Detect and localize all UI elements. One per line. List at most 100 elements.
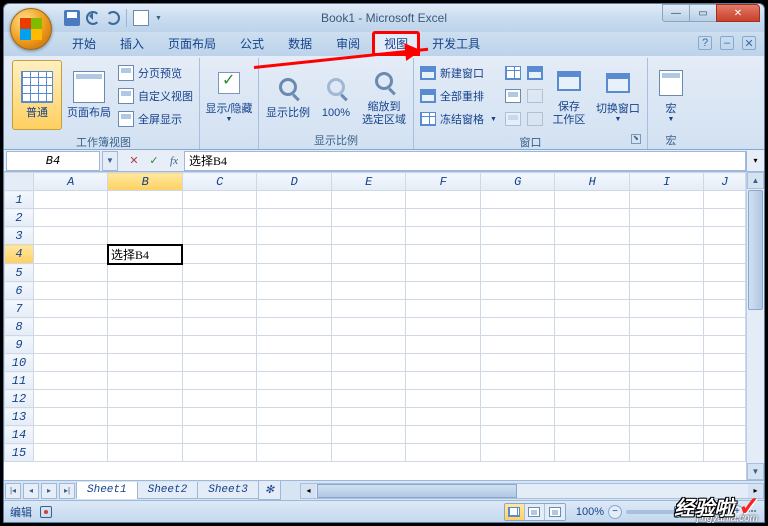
zoom-selection-button[interactable]: 缩放到 选定区域 [359,60,409,130]
macros-button[interactable]: 宏 ▼ [652,60,690,130]
tab-formulas[interactable]: 公式 [228,31,276,56]
zoom-100-button[interactable]: 100% [315,60,357,130]
split-button[interactable] [505,62,521,84]
show-hide-button[interactable]: ✓ 显示/隐藏 ▼ [204,60,254,130]
switch-windows-button[interactable]: 切换窗口 ▼ [593,60,643,130]
redo-icon[interactable] [106,11,120,25]
enter-button[interactable]: ✓ [144,152,164,170]
freeze-panes-button[interactable]: 冻结窗格▼ [420,108,497,130]
zoom-out-button[interactable]: − [608,505,622,519]
name-box-dropdown[interactable]: ▼ [102,151,118,171]
row-header-13[interactable]: 13 [5,408,34,426]
qat-button[interactable] [133,10,149,26]
worksheet-area: A B C D E F G H I J 1 2 3 4 选择B4 5 6 7 [4,172,764,480]
save-workspace-label: 保存 工作区 [552,101,585,127]
hide-icon [505,89,521,103]
last-sheet-button[interactable]: ▸| [59,483,75,499]
cell-B4[interactable]: 选择B4 [108,245,183,264]
help-icon[interactable]: ? [698,36,712,50]
row-header-4[interactable]: 4 [5,245,34,264]
row-header-9[interactable]: 9 [5,336,34,354]
page-layout-button[interactable]: 页面布局 [64,60,114,130]
col-header-C[interactable]: C [182,173,257,191]
row-header-12[interactable]: 12 [5,390,34,408]
page-layout-view-btn[interactable] [525,504,545,520]
reset-pos-button[interactable] [527,108,543,130]
record-macro-icon[interactable] [40,506,52,518]
maximize-button[interactable]: ▭ [689,4,717,22]
formula-input[interactable]: 选择B4 [184,151,746,171]
save-workspace-button[interactable]: 保存 工作区 [547,60,591,130]
page-break-view-btn[interactable] [545,504,565,520]
scroll-down-icon[interactable]: ▼ [747,463,764,480]
row-header-5[interactable]: 5 [5,264,34,282]
office-button[interactable] [10,8,52,50]
prev-sheet-button[interactable]: ◂ [23,483,39,499]
row-header-2[interactable]: 2 [5,209,34,227]
save-icon[interactable] [64,10,80,26]
select-all-corner[interactable] [5,173,34,191]
hscroll-thumb[interactable] [317,484,517,498]
row-header-14[interactable]: 14 [5,426,34,444]
scroll-left-icon[interactable]: ◂ [301,484,316,498]
custom-views-button[interactable]: 自定义视图 [118,85,193,107]
row-header-10[interactable]: 10 [5,354,34,372]
minimize-ribbon-icon[interactable]: – [720,36,734,50]
expand-formula-bar[interactable]: ▾ [746,151,764,171]
zoom-button[interactable]: 显示比例 [263,60,313,130]
hide-button[interactable] [505,85,521,107]
tab-developer[interactable]: 开发工具 [420,31,492,56]
minimize-button[interactable]: — [662,4,690,22]
fx-button[interactable]: fx [164,152,184,170]
close-workbook-icon[interactable]: ✕ [742,36,756,50]
normal-view-button[interactable]: 普通 [12,60,62,130]
vertical-scrollbar[interactable]: ▲ ▼ [746,172,764,480]
sheet-tab-2[interactable]: Sheet2 [137,482,199,499]
close-button[interactable]: ✕ [716,4,760,22]
undo-icon[interactable] [86,11,100,25]
row-header-8[interactable]: 8 [5,318,34,336]
row-header-6[interactable]: 6 [5,282,34,300]
sheet-tab-3[interactable]: Sheet3 [197,482,259,499]
full-screen-button[interactable]: 全屏显示 [118,108,193,130]
page-break-preview-button[interactable]: 分页预览 [118,62,193,84]
scroll-thumb[interactable] [748,190,763,310]
tab-data[interactable]: 数据 [276,31,324,56]
name-box[interactable]: B4 [6,151,100,171]
zoom-level[interactable]: 100% [576,506,604,518]
scroll-up-icon[interactable]: ▲ [747,172,764,189]
row-header-7[interactable]: 7 [5,300,34,318]
tab-review[interactable]: 审阅 [324,31,372,56]
row-header-11[interactable]: 11 [5,372,34,390]
row-header-15[interactable]: 15 [5,444,34,462]
col-header-E[interactable]: E [331,173,406,191]
row-header-3[interactable]: 3 [5,227,34,245]
row-header-1[interactable]: 1 [5,191,34,209]
unhide-button[interactable] [505,108,521,130]
arrange-all-button[interactable]: 全部重排 [420,85,497,107]
new-window-button[interactable]: 新建窗口 [420,62,497,84]
col-header-G[interactable]: G [480,173,555,191]
cancel-button[interactable]: ✕ [124,152,144,170]
col-header-J[interactable]: J [704,173,746,191]
sync-scroll-button[interactable] [527,85,543,107]
sheet-tab-1[interactable]: Sheet1 [76,482,138,499]
qat-customize-icon[interactable]: ▼ [155,15,162,22]
first-sheet-button[interactable]: |◂ [5,483,21,499]
normal-view-btn[interactable] [505,504,525,520]
tab-insert[interactable]: 插入 [108,31,156,56]
col-header-B[interactable]: B [108,173,183,191]
new-sheet-button[interactable]: ✻ [258,481,281,500]
col-header-I[interactable]: I [629,173,704,191]
col-header-F[interactable]: F [406,173,481,191]
window-controls: — ▭ ✕ [663,4,760,22]
dropdown-icon: ▼ [667,116,674,124]
view-side-button[interactable] [527,62,543,84]
col-header-A[interactable]: A [33,173,108,191]
tab-pagelayout[interactable]: 页面布局 [156,31,228,56]
col-header-D[interactable]: D [257,173,332,191]
next-sheet-button[interactable]: ▸ [41,483,57,499]
spreadsheet-grid[interactable]: A B C D E F G H I J 1 2 3 4 选择B4 5 6 7 [4,172,746,462]
col-header-H[interactable]: H [555,173,630,191]
tab-home[interactable]: 开始 [60,31,108,56]
